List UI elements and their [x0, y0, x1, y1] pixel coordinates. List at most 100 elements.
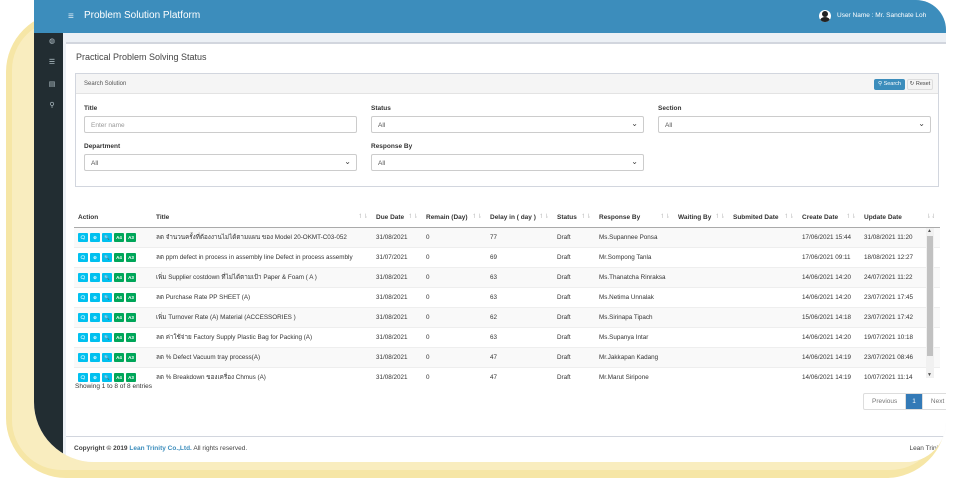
print-a4-button[interactable]: A4 — [114, 232, 124, 242]
print-a3-button[interactable]: A3 — [126, 292, 136, 302]
search-icon[interactable]: 🔍 — [102, 332, 112, 342]
print-a4-button[interactable]: A4 — [114, 252, 124, 262]
table-row[interactable]: 🗨 ⊕ 🔍 A4 A3 เพิ่ม Turnover Rate (A) Material … — [74, 306, 940, 327]
print-a3-button[interactable]: A3 — [126, 252, 136, 262]
table-cell: 0 — [422, 366, 486, 387]
print-a3-button[interactable]: A3 — [126, 372, 136, 382]
print-a4-button[interactable]: A4 — [114, 352, 124, 362]
add-icon[interactable]: ⊕ — [90, 272, 100, 282]
print-a3-button[interactable]: A3 — [126, 312, 136, 322]
list-icon[interactable]: ☰ — [48, 59, 56, 67]
search-icon[interactable]: 🔍 — [102, 312, 112, 322]
add-icon[interactable]: ⊕ — [90, 292, 100, 302]
search-button[interactable]: ⚲ Search — [874, 79, 905, 90]
column-header[interactable]: Delay in ( day ) ↿⇂ — [486, 208, 553, 228]
comment-icon[interactable]: 🗨 — [78, 372, 88, 382]
sort-icon[interactable]: ↿⇂ — [715, 213, 725, 220]
print-a4-button[interactable]: A4 — [114, 312, 124, 322]
scroll-down-icon[interactable]: ▼ — [927, 372, 932, 378]
search-icon[interactable]: 🔍 — [102, 292, 112, 302]
add-icon[interactable]: ⊕ — [90, 332, 100, 342]
column-header[interactable]: Status ↿⇂ — [553, 208, 595, 228]
title-input[interactable]: Enter name — [84, 116, 357, 133]
user-avatar-icon[interactable] — [819, 10, 831, 22]
response-by-select[interactable]: All ⌄ — [371, 154, 644, 171]
comment-icon[interactable]: 🗨 — [78, 312, 88, 322]
sort-icon[interactable]: ↿⇂ — [408, 213, 418, 220]
scrollbar-thumb[interactable] — [927, 236, 933, 356]
search-icon[interactable]: 🔍 — [102, 352, 112, 362]
comment-icon[interactable]: 🗨 — [78, 352, 88, 362]
column-header[interactable]: Title ↿⇂ — [152, 208, 372, 228]
table-row[interactable]: 🗨 ⊕ 🔍 A4 A3 ลด ppm defect in process in assem… — [74, 246, 940, 267]
search-icon[interactable]: 🔍 — [102, 372, 112, 382]
sort-icon[interactable]: ↿⇂ — [358, 213, 368, 220]
comment-icon[interactable]: 🗨 — [78, 232, 88, 242]
chevron-down-icon: ⌄ — [631, 119, 638, 128]
print-a3-button[interactable]: A3 — [126, 352, 136, 362]
column-header[interactable]: Remain (Day) ↿⇂ — [422, 208, 486, 228]
scroll-up-icon[interactable]: ▲ — [927, 228, 932, 234]
app-title: Problem Solution Platform — [84, 10, 201, 21]
sort-icon[interactable]: ⇂⇃ — [926, 213, 936, 220]
add-icon[interactable]: ⊕ — [90, 232, 100, 242]
table-body: 🗨 ⊕ 🔍 A4 A3 ลด จำนวนครั้งที่ต้องงานไม่ได้ตามแ… — [74, 226, 940, 387]
document-icon[interactable]: ▤ — [48, 81, 56, 89]
print-a4-button[interactable]: A4 — [114, 292, 124, 302]
search-icon[interactable]: ⚲ — [48, 102, 56, 110]
sort-icon[interactable]: ↿⇂ — [472, 213, 482, 220]
add-icon[interactable]: ⊕ — [90, 372, 100, 382]
user-name[interactable]: User Name : Mr. Sanchate Loh — [837, 12, 926, 19]
print-a4-button[interactable]: A4 — [114, 272, 124, 282]
table-row[interactable]: 🗨 ⊕ 🔍 A4 A3 ลด ค่าใช้จ่าย Factory Supply Plas… — [74, 326, 940, 347]
print-a4-button[interactable]: A4 — [114, 332, 124, 342]
table-row[interactable]: 🗨 ⊕ 🔍 A4 A3 ลด % Breakdown ของเครื่อง Chmus (… — [74, 366, 940, 387]
sort-icon[interactable]: ↿⇂ — [660, 213, 670, 220]
previous-button[interactable]: Previous — [864, 394, 905, 409]
comment-icon[interactable]: 🗨 — [78, 252, 88, 262]
table-row[interactable]: 🗨 ⊕ 🔍 A4 A3 ลด Purchase Rate PP SHEET (A) 31/0… — [74, 286, 940, 307]
sort-icon[interactable]: ↿⇂ — [539, 213, 549, 220]
section-select[interactable]: All ⌄ — [658, 116, 931, 133]
comment-icon[interactable]: 🗨 — [78, 332, 88, 342]
status-select[interactable]: All ⌄ — [371, 116, 644, 133]
table-scrollbar[interactable]: ▲ ▼ — [926, 228, 934, 378]
table-row[interactable]: 🗨 ⊕ 🔍 A4 A3 ลด % Defect Vacuum tray process(A… — [74, 346, 940, 367]
comment-icon[interactable]: 🗨 — [78, 292, 88, 302]
action-cell: 🗨 ⊕ 🔍 A4 A3 — [74, 246, 152, 267]
page-1-button[interactable]: 1 — [905, 394, 922, 409]
table-row[interactable]: 🗨 ⊕ 🔍 A4 A3 เพิ่ม Supplier costdown ที่ไม่ได้… — [74, 266, 940, 287]
print-a3-button[interactable]: A3 — [126, 232, 136, 242]
column-header[interactable]: Response By ↿⇂ — [595, 208, 674, 228]
print-a3-button[interactable]: A3 — [126, 332, 136, 342]
search-icon[interactable]: 🔍 — [102, 272, 112, 282]
column-header[interactable]: Waiting By ↿⇂ — [674, 208, 729, 228]
table-cell — [674, 226, 729, 247]
table-cell: Draft — [553, 366, 595, 387]
table-row[interactable]: 🗨 ⊕ 🔍 A4 A3 ลด จำนวนครั้งที่ต้องงานไม่ได้ตามแ… — [74, 226, 940, 247]
page-title: Practical Problem Solving Status — [76, 52, 207, 62]
sort-icon[interactable]: ↿⇂ — [784, 213, 794, 220]
hamburger-icon[interactable]: ≡ — [68, 11, 74, 22]
dashboard-icon[interactable]: ◍ — [48, 38, 56, 46]
print-a4-button[interactable]: A4 — [114, 372, 124, 382]
search-icon[interactable]: 🔍 — [102, 232, 112, 242]
department-select[interactable]: All ⌄ — [84, 154, 357, 171]
print-a3-button[interactable]: A3 — [126, 272, 136, 282]
sort-icon[interactable]: ↿⇂ — [581, 213, 591, 220]
reset-button[interactable]: ↻ Reset — [907, 79, 933, 90]
comment-icon[interactable]: 🗨 — [78, 272, 88, 282]
add-icon[interactable]: ⊕ — [90, 252, 100, 262]
company-link[interactable]: Lean Trinity Co.,Ltd. — [129, 445, 191, 452]
table-cell — [729, 346, 798, 367]
search-icon[interactable]: 🔍 — [102, 252, 112, 262]
sort-icon[interactable]: ↿⇂ — [846, 213, 856, 220]
column-header[interactable]: Submited Date ↿⇂ — [729, 208, 798, 228]
column-header[interactable]: Update Date ⇂⇃ — [860, 208, 940, 228]
column-header[interactable]: Due Date ↿⇂ — [372, 208, 422, 228]
add-icon[interactable]: ⊕ — [90, 352, 100, 362]
next-button[interactable]: Next — [921, 394, 946, 409]
column-header-label: Delay in ( day ) — [490, 213, 536, 221]
add-icon[interactable]: ⊕ — [90, 312, 100, 322]
column-header[interactable]: Create Date ↿⇂ — [798, 208, 860, 228]
